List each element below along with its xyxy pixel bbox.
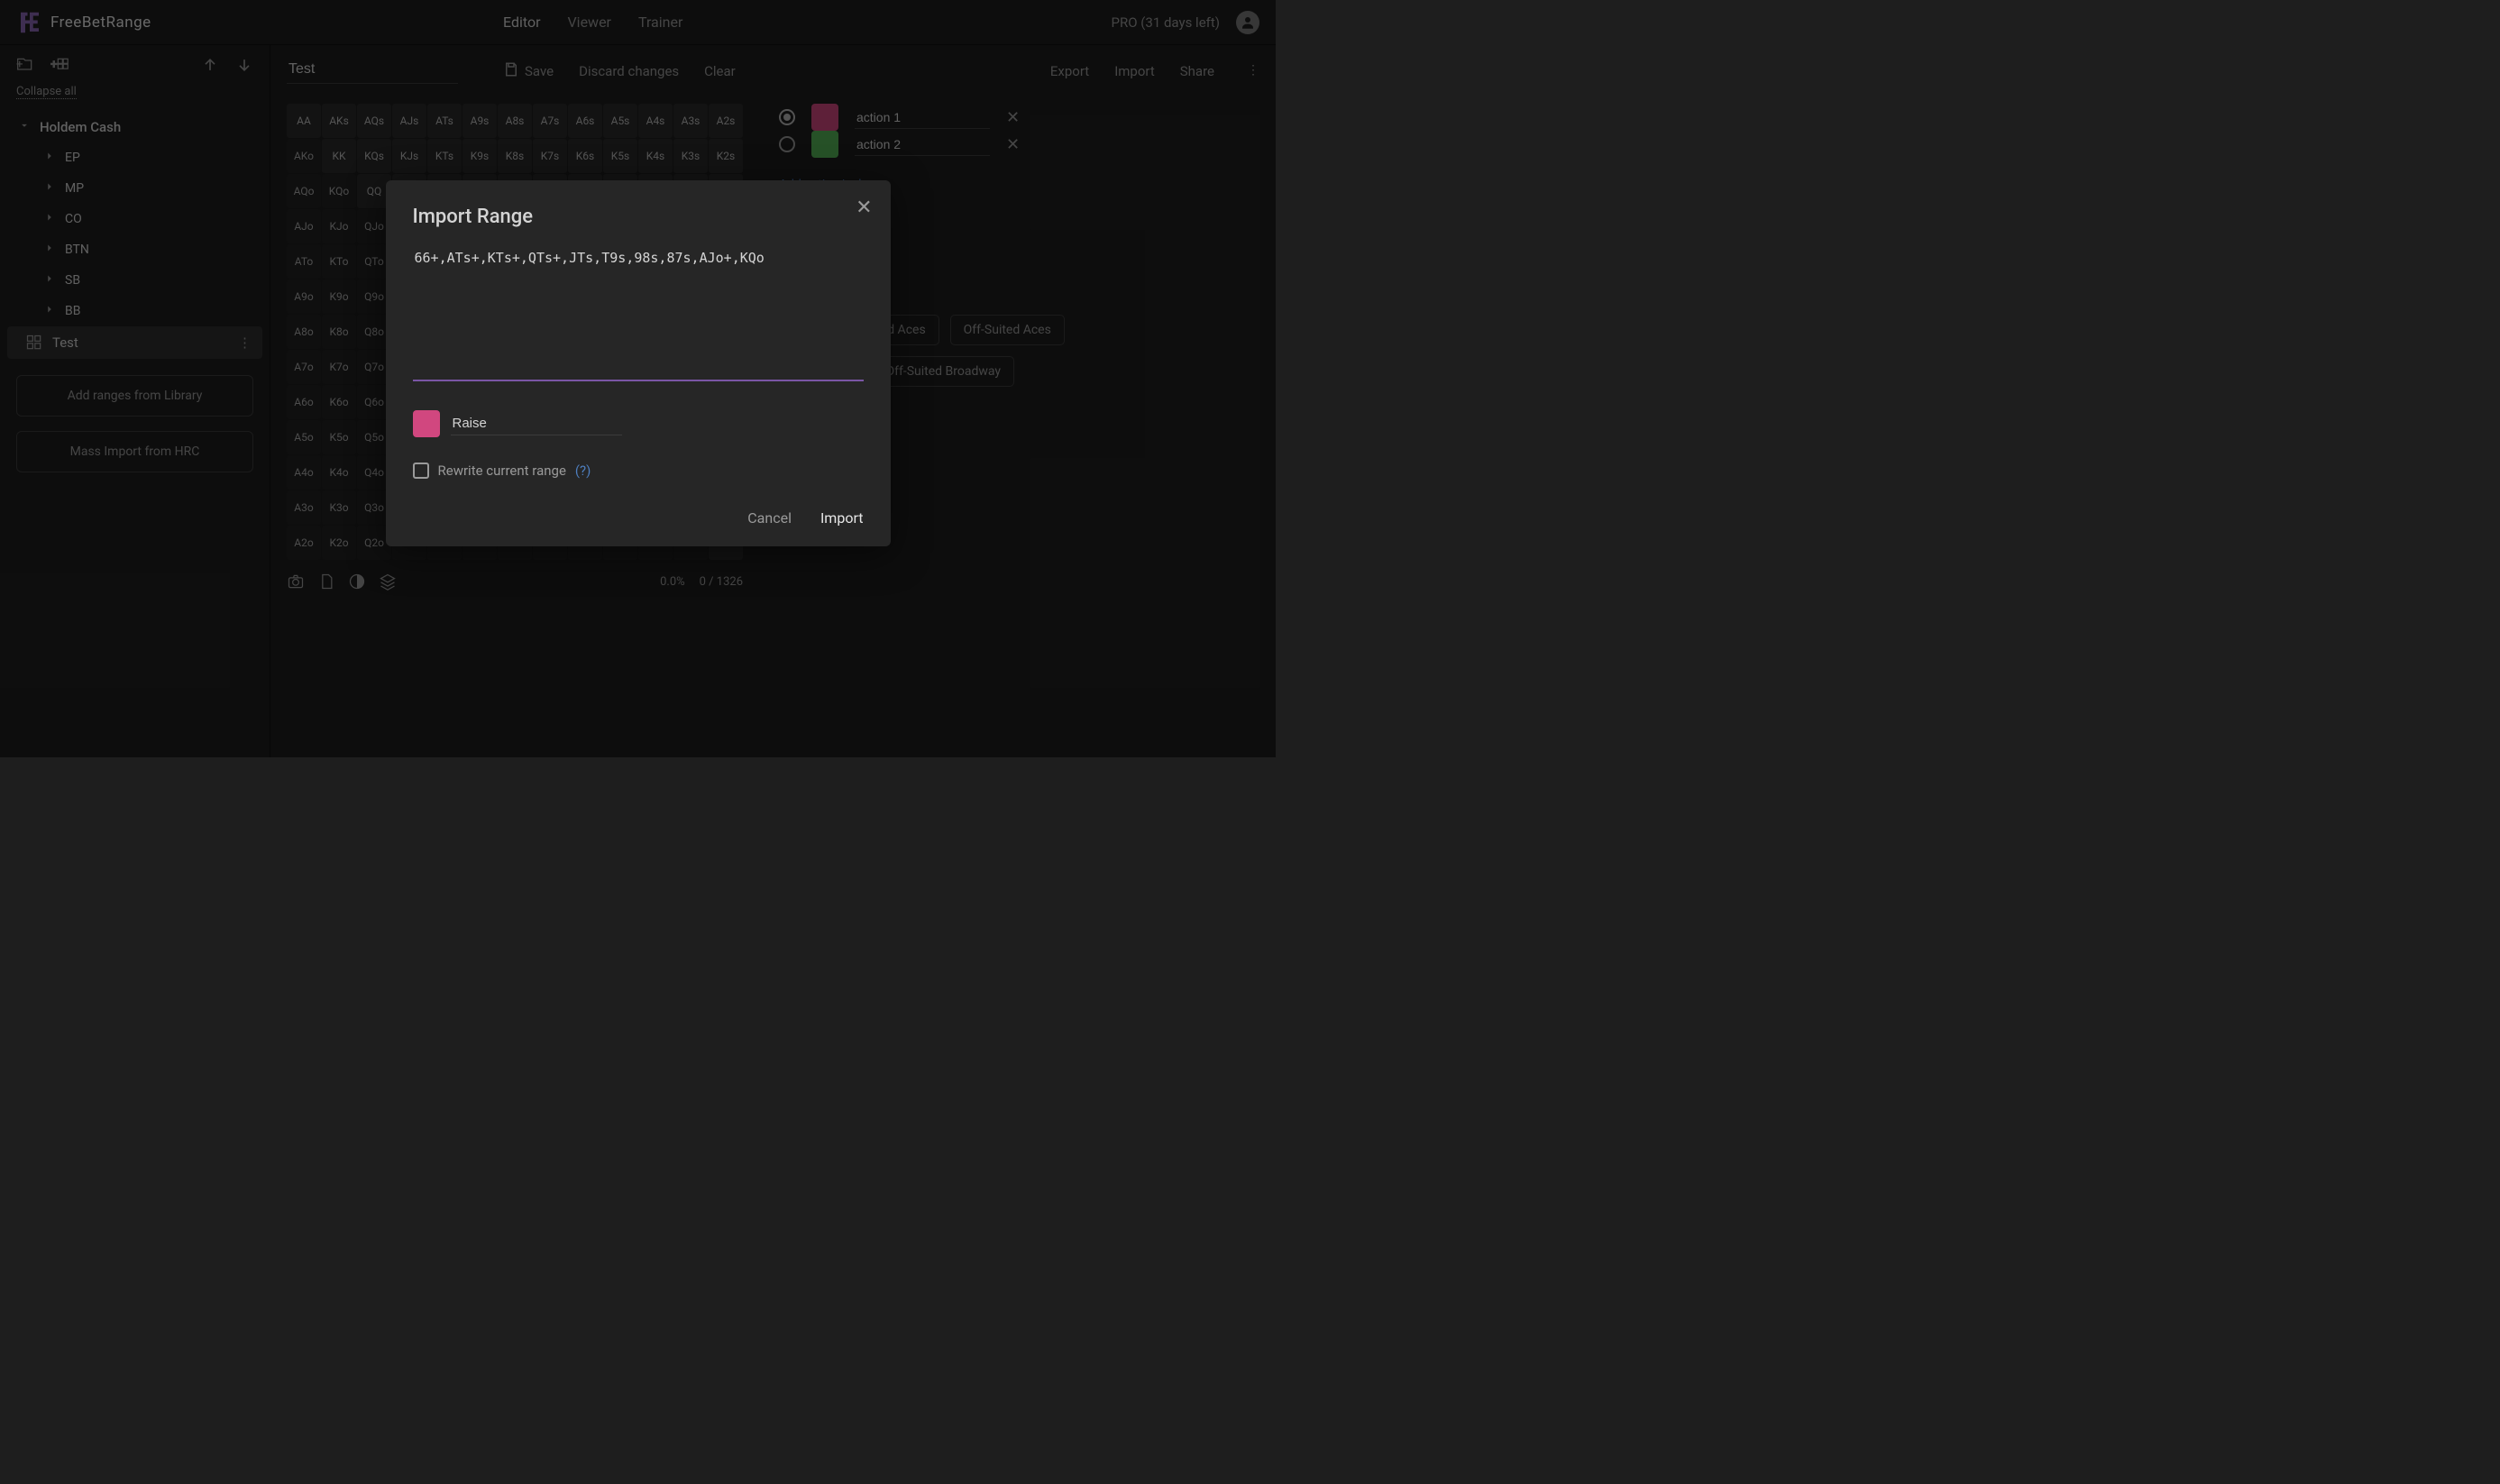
rewrite-label: Rewrite current range bbox=[438, 463, 566, 479]
modal-title: Import Range bbox=[413, 206, 864, 228]
modal-close-icon[interactable]: ✕ bbox=[856, 197, 872, 219]
import-range-modal: ✕ Import Range 66+,ATs+,KTs+,QTs+,JTs,T9… bbox=[386, 180, 891, 546]
modal-import-button[interactable]: Import bbox=[820, 509, 864, 527]
rewrite-checkbox[interactable] bbox=[413, 463, 429, 479]
range-text-input[interactable]: 66+,ATs+,KTs+,QTs+,JTs,T9s,98s,87s,AJo+,… bbox=[413, 246, 864, 381]
modal-overlay: ✕ Import Range 66+,ATs+,KTs+,QTs+,JTs,T9… bbox=[0, 0, 1276, 757]
action-name-input[interactable] bbox=[451, 412, 622, 435]
raise-color-swatch[interactable] bbox=[413, 410, 440, 437]
rewrite-checkbox-row: Rewrite current range (?) bbox=[413, 463, 864, 479]
rewrite-help-link[interactable]: (?) bbox=[575, 463, 591, 479]
modal-cancel-button[interactable]: Cancel bbox=[747, 509, 792, 527]
